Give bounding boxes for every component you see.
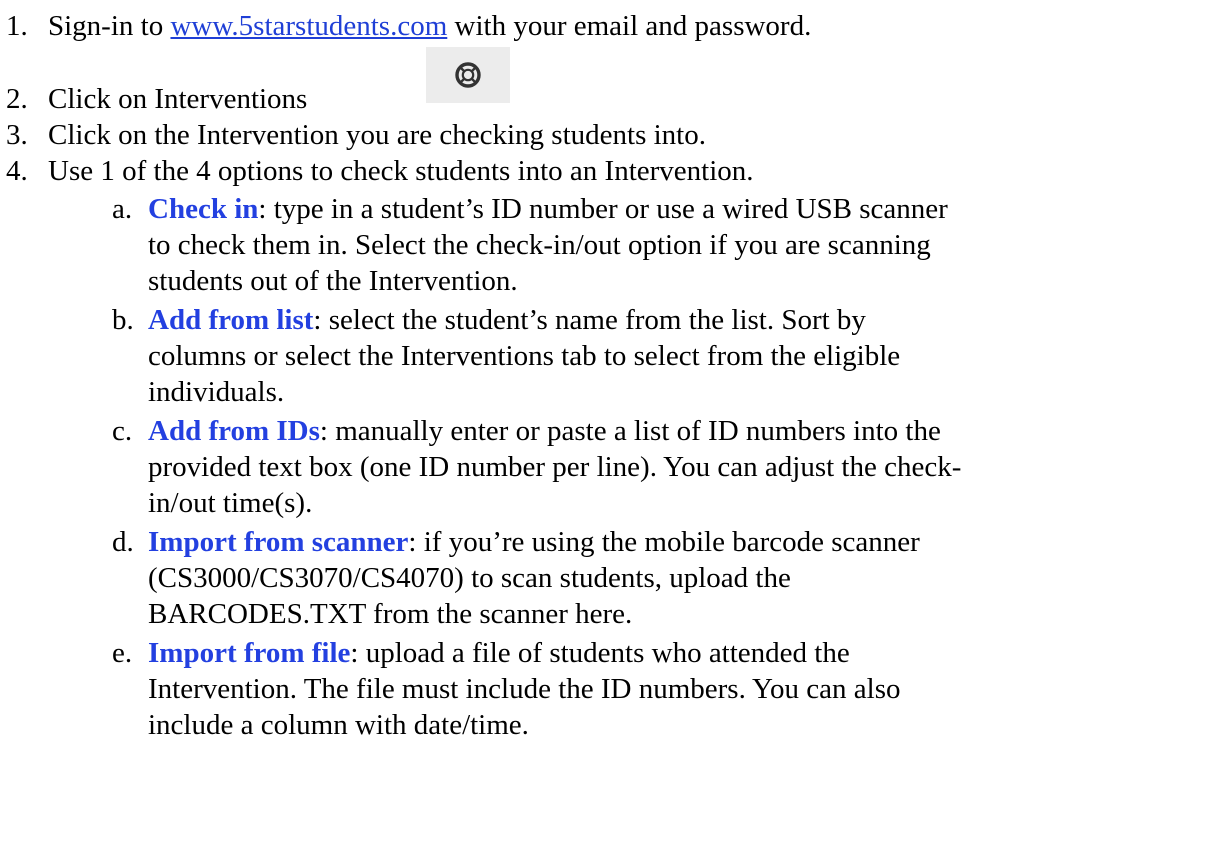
lifebuoy-icon (455, 62, 481, 88)
step-text: Use 1 of the 4 options to check students… (48, 155, 754, 187)
option-text-line-2: (CS3000/CS3070/CS4070) to scan students,… (148, 562, 791, 594)
option-text-line-1: Import from scanner: if you’re using the… (148, 524, 920, 560)
option-text-line-2: to check them in. Select the check-in/ou… (148, 229, 931, 261)
option-desc: : if you’re using the mobile barcode sca… (408, 526, 920, 558)
step-number: 3. (6, 119, 28, 151)
option-text-line-2: Intervention. The file must include the … (148, 673, 901, 705)
website-link[interactable]: www.5starstudents.com (170, 10, 447, 42)
option-term: Import from scanner (148, 526, 409, 558)
step-number: 2. (6, 83, 28, 115)
option-text-line-3: students out of the Intervention. (148, 265, 518, 297)
option-text-line-3: BARCODES.TXT from the scanner here. (148, 598, 633, 630)
option-term: Add from IDs (148, 415, 320, 447)
step-text: Click on Interventions (48, 83, 308, 115)
option-text-line-1: Check in: type in a student’s ID number … (148, 191, 948, 227)
option-desc: : manually enter or paste a list of ID n… (319, 415, 941, 447)
option-term: Import from file (148, 637, 351, 669)
option-letter: c. (112, 415, 133, 447)
step-number: 4. (6, 155, 28, 187)
option-letter: d. (112, 526, 134, 558)
step-text: Click on the Intervention you are checki… (48, 119, 706, 151)
option-term: Add from list (148, 304, 314, 336)
option-letter: e. (112, 637, 133, 669)
step-text-after-link: with your email and password. (447, 10, 812, 42)
option-text-line-1: Add from IDs: manually enter or paste a … (148, 413, 941, 449)
option-text-line-3: in/out time(s). (148, 487, 313, 519)
option-text-line-1: Add from list: select the student’s name… (148, 302, 866, 338)
option-text-line-1: Import from file: upload a file of stude… (148, 635, 850, 671)
option-letter: b. (112, 304, 134, 336)
option-text-line-2: provided text box (one ID number per lin… (148, 451, 962, 483)
option-text-line-3: include a column with date/time. (148, 709, 529, 741)
option-letter: a. (112, 193, 133, 225)
step-text-before-link: Sign-in to (48, 10, 171, 42)
option-text-line-2: columns or select the Interventions tab … (148, 340, 901, 372)
option-text-line-3: individuals. (148, 376, 285, 408)
option-desc: : type in a student’s ID number or use a… (258, 193, 948, 225)
option-desc: : upload a file of students who attended… (350, 637, 850, 669)
interventions-icon-button[interactable] (426, 47, 510, 103)
step-number: 1. (6, 10, 28, 42)
option-term: Check in (148, 193, 259, 225)
option-desc: : select the student’s name from the lis… (313, 304, 866, 336)
step-text: Sign-in to www.5starstudents.com with yo… (48, 8, 811, 44)
